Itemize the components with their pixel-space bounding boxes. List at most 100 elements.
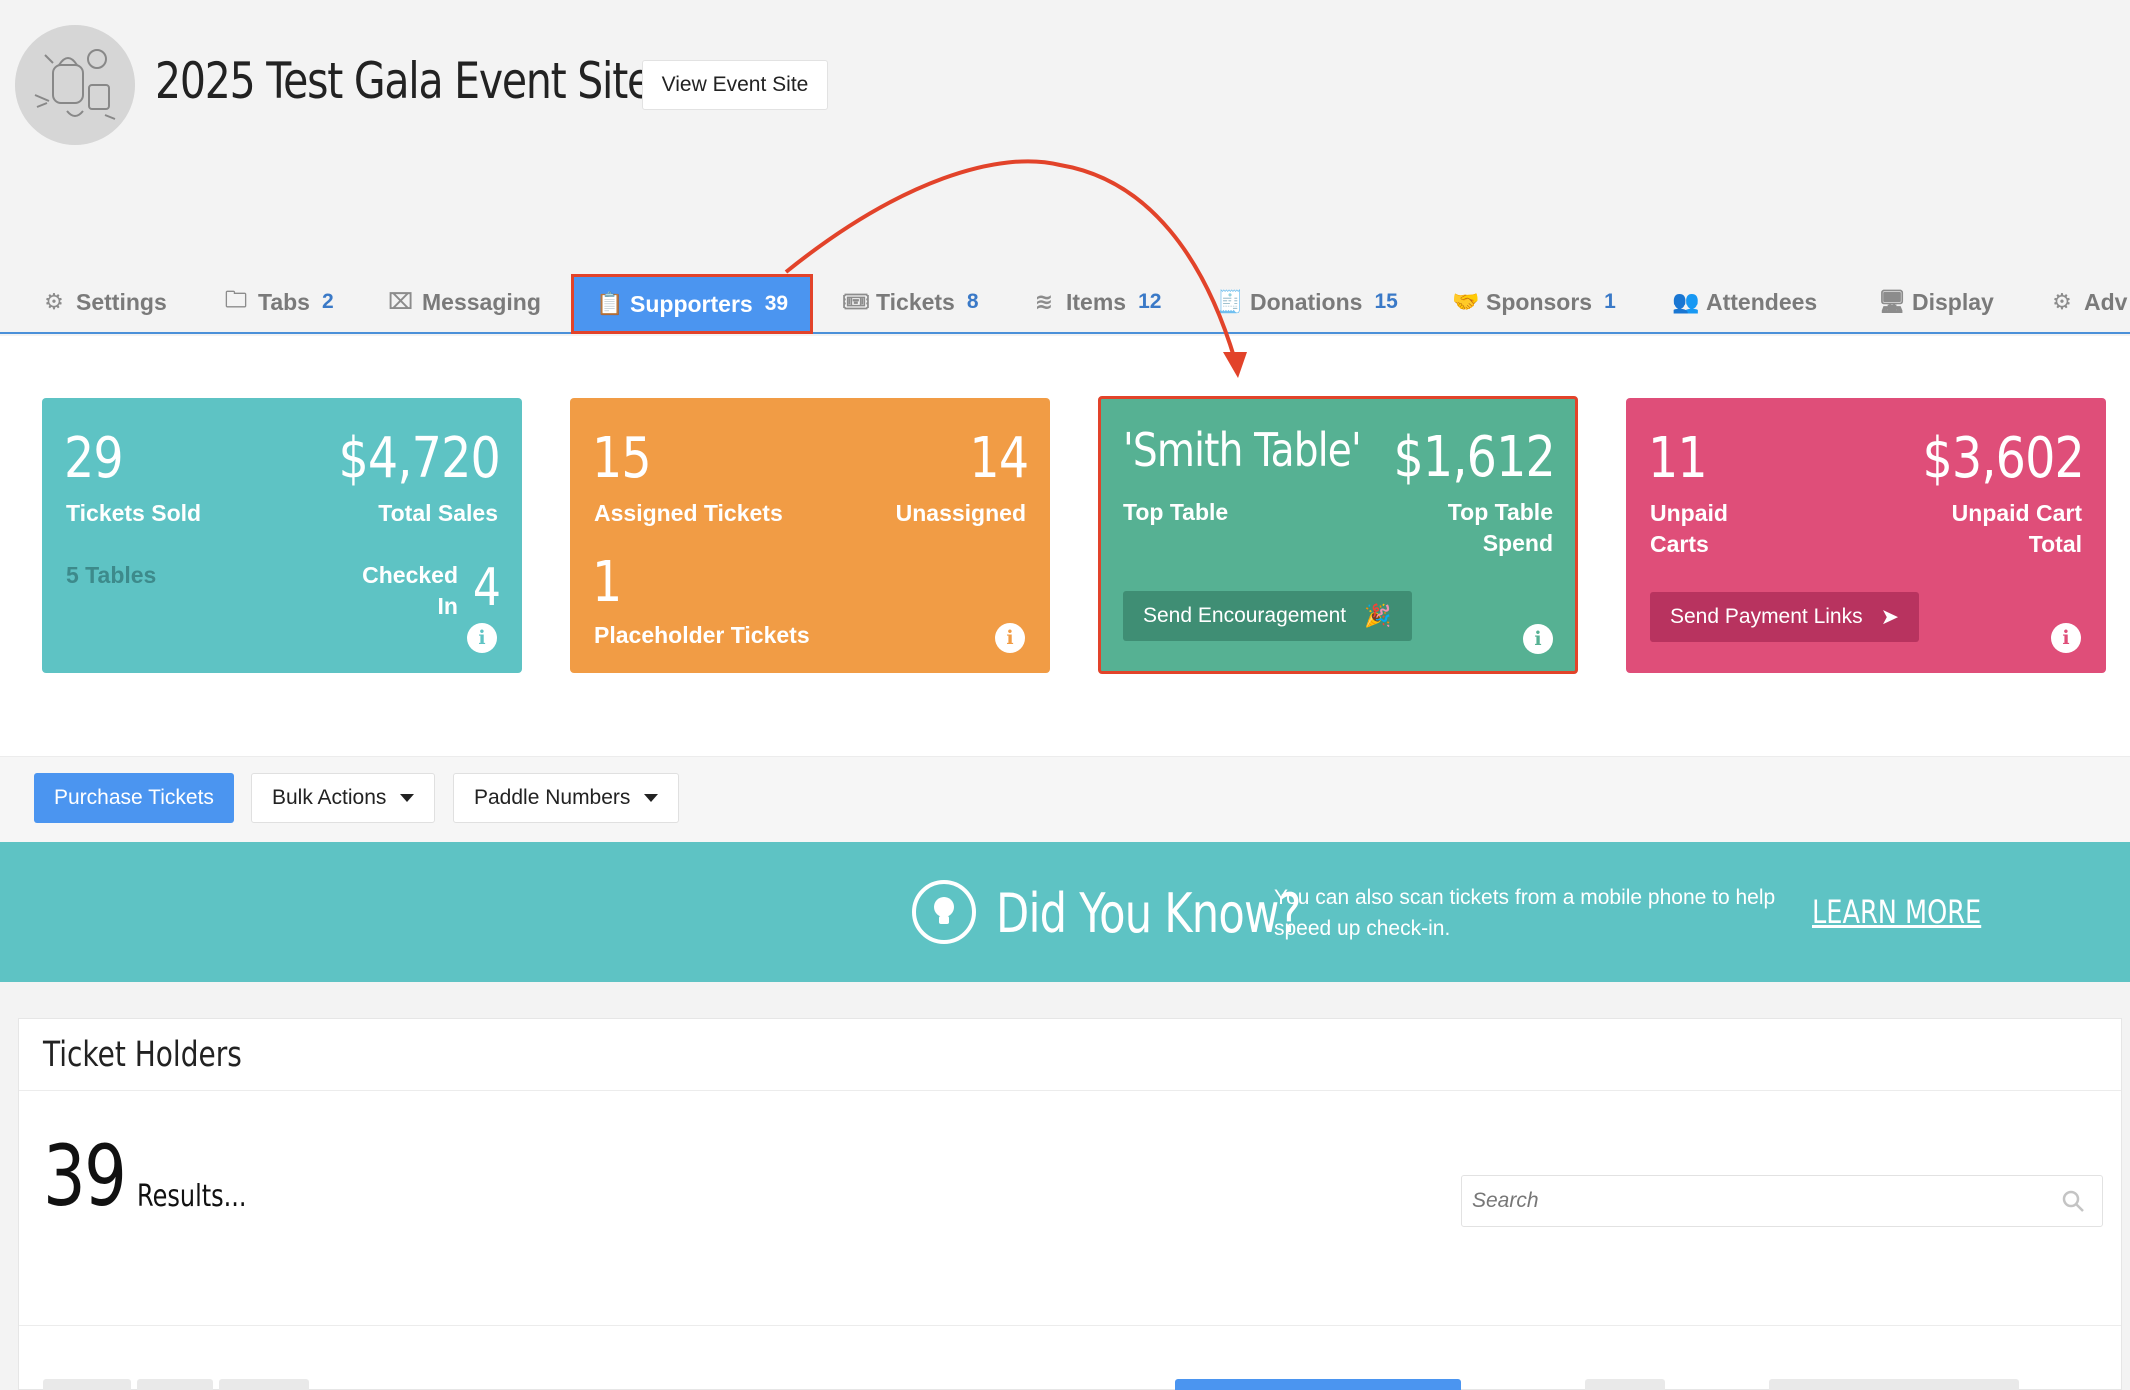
paddle-numbers-dropdown[interactable]: Paddle Numbers [453, 773, 680, 823]
unassigned-value: 14 [969, 426, 1029, 491]
lightbulb-icon [912, 880, 976, 944]
event-title: 2025 Test Gala Event Site [155, 52, 652, 110]
send-payment-links-button[interactable]: Send Payment Links ➤ [1650, 592, 1920, 642]
unpaid-total-value: $3,602 [1922, 426, 2085, 491]
learn-more-link[interactable]: LEARN MORE [1812, 893, 1981, 931]
tab-label: Donations [1250, 288, 1363, 315]
results-count: 39 [43, 1127, 127, 1225]
control-stub [1585, 1379, 1665, 1390]
layers-icon: ≋ [1034, 289, 1054, 314]
unpaid-total-label: Unpaid Cart Total [1951, 500, 2082, 557]
doodle-avatar-icon [15, 25, 135, 145]
top-table-label: Top Table [1123, 499, 1229, 525]
tab-count: 12 [1138, 290, 1162, 313]
panel-title: Ticket Holders [43, 1035, 242, 1075]
tab-attendees[interactable]: 👥 Attendees [1672, 270, 1817, 334]
view-event-site-button[interactable]: View Event Site [642, 60, 828, 110]
tables-count: 5 Tables [66, 562, 157, 588]
monitor-icon: 🖥 [1878, 289, 1906, 314]
handshake-icon: 🤝 [1452, 289, 1480, 314]
tab-label: Messaging [422, 288, 541, 315]
top-table-name: 'Smith Table' [1123, 423, 1362, 477]
supporters-summary: 29 Tickets Sold $4,720 Total Sales 5 Tab… [0, 336, 2130, 756]
top-table-card: 'Smith Table' Top Table $1,612 Top Table… [1098, 396, 1578, 674]
search-input[interactable] [1462, 1176, 2022, 1226]
checked-in-value: 4 [472, 558, 501, 618]
info-icon[interactable]: i [467, 623, 497, 653]
ticket-holders-panel: Ticket Holders 39 Results... [18, 1018, 2122, 1390]
tab-settings[interactable]: ⚙ Settings [42, 270, 167, 334]
paper-plane-icon: ➤ [1880, 604, 1900, 629]
gears-icon: ⚙ [2052, 289, 2072, 314]
tab-count: 8 [966, 290, 979, 313]
tab-label: Display [1912, 288, 1994, 315]
assigned-tickets-card: 15 Assigned Tickets 14 Unassigned 1 Plac… [570, 398, 1050, 673]
info-icon[interactable]: i [995, 623, 1025, 653]
did-you-know-text: You can also scan tickets from a mobile … [1274, 886, 1776, 940]
inbox-icon: ⌧ [388, 289, 414, 314]
tickets-sold-card: 29 Tickets Sold $4,720 Total Sales 5 Tab… [42, 398, 522, 673]
caret-down-icon [644, 794, 659, 802]
tab-label: Items [1066, 288, 1127, 315]
unpaid-carts-value: 11 [1648, 426, 1708, 491]
button-label: Send Payment Links [1670, 605, 1863, 628]
tab-count: 39 [764, 292, 789, 315]
tab-items[interactable]: ≋ Items 12 [1032, 270, 1162, 334]
folder-icon: 🗀 [224, 287, 247, 312]
tab-supporters[interactable]: 📋 Supporters 39 [571, 274, 814, 334]
total-sales-value: $4,720 [338, 426, 501, 491]
tab-messaging[interactable]: ⌧ Messaging [388, 270, 541, 334]
control-stub [137, 1379, 213, 1390]
gear-icon: ⚙ [44, 289, 64, 314]
unpaid-carts-label: Unpaid Carts [1650, 500, 1728, 557]
info-icon[interactable]: i [1523, 624, 1553, 654]
assigned-label: Assigned Tickets [594, 500, 783, 526]
search-icon[interactable] [2060, 1188, 2086, 1214]
tab-label: Attendees [1706, 288, 1818, 315]
tab-donations[interactable]: 🧾 Donations 15 [1216, 270, 1398, 334]
top-table-spend-label: Top Table Spend [1447, 499, 1553, 556]
placeholder-value: 1 [592, 550, 622, 615]
checked-in-label: Checked In [362, 562, 458, 619]
panel-header: Ticket Holders [19, 1019, 2121, 1091]
tab-sponsors[interactable]: 🤝 Sponsors 1 [1452, 270, 1616, 334]
section-tabs: ⚙ Settings 🗀 Tabs 2 ⌧ Messaging 📋 Suppor… [0, 270, 2130, 334]
tab-count: 2 [321, 290, 334, 313]
tab-count: 1 [1604, 290, 1616, 313]
unassigned-label: Unassigned [895, 500, 1026, 526]
total-sales-label: Total Sales [378, 500, 498, 526]
assigned-value: 15 [592, 426, 652, 491]
control-stub [43, 1379, 131, 1390]
users-icon: 👥 [1672, 289, 1700, 314]
results-label: Results... [137, 1179, 247, 1214]
tab-count: 15 [1374, 290, 1398, 313]
bulk-actions-dropdown[interactable]: Bulk Actions [251, 773, 436, 823]
dropdown-label: Paddle Numbers [474, 786, 631, 809]
action-bar: Purchase Tickets Bulk Actions Paddle Num… [0, 756, 2130, 842]
did-you-know-title: Did You Know? [996, 882, 1301, 945]
tab-display[interactable]: 🖥 Display [1878, 270, 1994, 334]
tab-tickets[interactable]: 🎟 Tickets 8 [842, 270, 979, 334]
receipt-icon: 🧾 [1216, 289, 1244, 314]
placeholder-label: Placeholder Tickets [594, 622, 810, 648]
top-table-spend-value: $1,612 [1393, 425, 1556, 490]
ticket-icon: 🎟 [842, 289, 870, 314]
tab-label: Supporters [630, 290, 753, 317]
purchase-tickets-button[interactable]: Purchase Tickets [34, 773, 234, 823]
button-label: Send Encouragement [1143, 604, 1347, 627]
control-stub [1175, 1379, 1461, 1390]
tab-label: Sponsors [1486, 288, 1593, 315]
tickets-sold-value: 29 [64, 426, 124, 491]
divider [19, 1325, 2121, 1326]
tab-label: Tabs [258, 288, 310, 315]
control-stub [219, 1379, 309, 1390]
search-box [1461, 1175, 2103, 1227]
caret-down-icon [400, 794, 415, 802]
tab-label: Tickets [876, 288, 955, 315]
party-popper-icon: 🎉 [1364, 603, 1392, 628]
tab-advanced[interactable]: ⚙ Adv [2050, 270, 2127, 334]
tab-tabs[interactable]: 🗀 Tabs 2 [224, 270, 334, 334]
send-encouragement-button[interactable]: Send Encouragement 🎉 [1123, 591, 1412, 641]
info-icon[interactable]: i [2051, 623, 2081, 653]
unpaid-carts-card: 11 Unpaid Carts $3,602 Unpaid Cart Total… [1626, 398, 2106, 673]
